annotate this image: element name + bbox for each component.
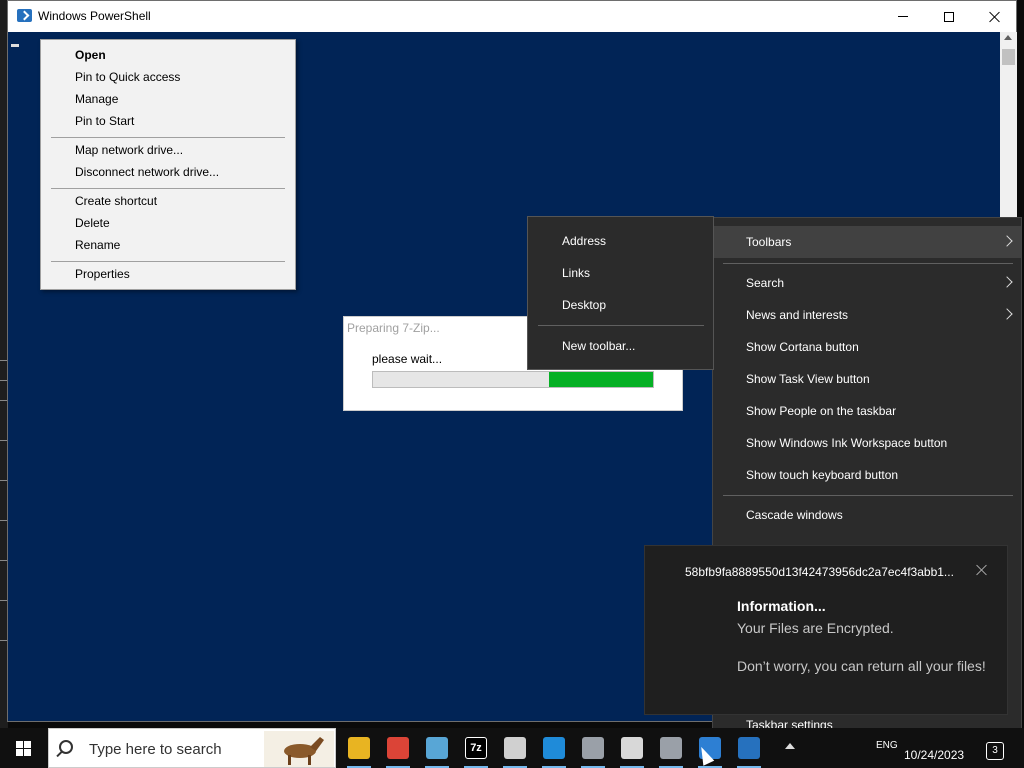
- menu-item[interactable]: Search: [713, 267, 1021, 299]
- archive-icon: [582, 737, 604, 759]
- drive-context-menu: Open Pin to Quick access Manage Pin to Star…: [40, 39, 296, 290]
- menu-item-links[interactable]: Links: [562, 266, 590, 280]
- taskbar-app-button[interactable]: [730, 728, 768, 768]
- show-hidden-icons-icon[interactable]: [785, 743, 795, 749]
- menu-item-label: News and interests: [746, 308, 849, 322]
- menu-item[interactable]: Create shortcut: [75, 191, 157, 211]
- folder-icon: [621, 737, 643, 759]
- menu-item-label: Show Task View button: [746, 372, 870, 386]
- search-placeholder: Type here to search: [89, 741, 222, 758]
- menu-separator: [538, 325, 704, 326]
- menu-item[interactable]: Show Windows Ink Workspace button: [713, 427, 1021, 459]
- dialog-message: please wait...: [372, 352, 443, 366]
- menu-item[interactable]: Pin to Start: [75, 111, 134, 131]
- menu-item[interactable]: Show Cortana button: [713, 331, 1021, 363]
- input-language[interactable]: ENG: [876, 740, 898, 751]
- toast-title: Information...: [737, 598, 826, 614]
- minimize-button[interactable]: [880, 1, 926, 32]
- scroll-thumb[interactable]: [1002, 49, 1015, 65]
- toast-app-name: 58bfb9fa8889550d13f42473956dc2a7ec4f3abb…: [685, 565, 954, 579]
- start-button[interactable]: [0, 728, 48, 768]
- powershell-icon: [17, 9, 32, 22]
- clock-date[interactable]: 10/24/2023: [904, 748, 964, 762]
- maximize-button[interactable]: [926, 1, 972, 32]
- menu-separator: [723, 263, 1013, 264]
- notification-toast[interactable]: 58bfb9fa8889550d13f42473956dc2a7ec4f3abb…: [644, 545, 1008, 715]
- menu-item[interactable]: Open: [75, 45, 106, 65]
- close-icon[interactable]: [975, 563, 989, 577]
- menu-item-label: Show touch keyboard button: [746, 468, 899, 482]
- menu-item[interactable]: Show touch keyboard button: [713, 459, 1021, 491]
- windows-logo-icon: [16, 741, 32, 756]
- menu-item-label: Cascade windows: [746, 508, 843, 522]
- menu-separator: [51, 188, 285, 189]
- menu-item-label: Show Windows Ink Workspace button: [746, 436, 948, 450]
- menu-item-toolbars[interactable]: Toolbars: [713, 226, 1021, 258]
- edge-icon: [543, 737, 565, 759]
- chevron-right-icon: [1001, 308, 1013, 320]
- console-cursor: [11, 44, 19, 47]
- scroll-up-arrow-icon[interactable]: [1004, 35, 1012, 40]
- progress-fill: [549, 372, 653, 387]
- search-box[interactable]: Type here to search: [48, 728, 336, 768]
- close-button[interactable]: [972, 1, 1018, 32]
- powershell-icon: [738, 737, 760, 759]
- archive-icon: [660, 737, 682, 759]
- menu-item-label: Show Cortana button: [746, 340, 859, 354]
- file-explorer-icon: [348, 737, 370, 759]
- taskbar-app-button[interactable]: [535, 728, 573, 768]
- search-icon: [59, 740, 73, 754]
- menu-item[interactable]: Show People on the taskbar: [713, 395, 1021, 427]
- taskbar-app-button[interactable]: [340, 728, 378, 768]
- chrome-icon: [387, 737, 409, 759]
- taskbar-app-button[interactable]: [652, 728, 690, 768]
- progress-bar: [372, 371, 654, 388]
- dialog-title: Preparing 7-Zip...: [347, 321, 440, 335]
- menu-separator: [51, 137, 285, 138]
- taskbar-app-button[interactable]: [496, 728, 534, 768]
- 7zip-icon: 7z: [465, 737, 487, 759]
- menu-item[interactable]: Pin to Quick access: [75, 67, 180, 87]
- taskbar-app-button[interactable]: [418, 728, 456, 768]
- menu-item[interactable]: Disconnect network drive...: [75, 162, 219, 182]
- menu-item-new-toolbar[interactable]: New toolbar...: [562, 339, 635, 353]
- toast-line-2: Don’t worry, you can return all your fil…: [737, 658, 986, 674]
- menu-item[interactable]: Map network drive...: [75, 140, 183, 160]
- taskbar-app-button[interactable]: [379, 728, 417, 768]
- toast-line-1: Your Files are Encrypted.: [737, 620, 894, 636]
- toolbars-submenu: New toolbar... Address Links Desktop: [527, 216, 714, 370]
- taskbar-app-button[interactable]: [613, 728, 651, 768]
- menu-item-cascade-windows[interactable]: Cascade windows: [713, 499, 1021, 531]
- close-icon: [989, 11, 1001, 23]
- powershell-titlebar[interactable]: Windows PowerShell: [8, 1, 1016, 32]
- menu-item[interactable]: Show Task View button: [713, 363, 1021, 395]
- menu-separator: [723, 495, 1013, 496]
- taskbar-app-button[interactable]: 7z: [457, 728, 495, 768]
- chevron-right-icon: [1001, 276, 1013, 288]
- notepad-icon: [426, 737, 448, 759]
- menu-item-label: Show People on the taskbar: [746, 404, 897, 418]
- menu-item[interactable]: Rename: [75, 235, 120, 255]
- menu-item[interactable]: Delete: [75, 213, 110, 233]
- minimize-icon: [898, 16, 908, 17]
- menu-separator: [51, 261, 285, 262]
- window-title: Windows PowerShell: [38, 9, 151, 23]
- menu-item-label: Toolbars: [746, 235, 792, 249]
- menu-item-label: Search: [746, 276, 785, 290]
- search-highlight-horse-icon: [264, 731, 334, 767]
- menu-item[interactable]: Properties: [75, 264, 130, 284]
- window-app-icon: [504, 737, 526, 759]
- maximize-icon: [944, 11, 954, 22]
- taskbar-app-button[interactable]: [574, 728, 612, 768]
- menu-item[interactable]: News and interests: [713, 299, 1021, 331]
- action-center-badge[interactable]: 3: [986, 742, 1004, 760]
- chevron-right-icon: [1001, 235, 1013, 247]
- menu-item-address[interactable]: Address: [562, 234, 606, 248]
- menu-item[interactable]: Manage: [75, 89, 118, 109]
- taskbar: Type here to search ENG 10/24/2023 3 7z: [0, 728, 1024, 768]
- menu-item-desktop[interactable]: Desktop: [562, 298, 606, 312]
